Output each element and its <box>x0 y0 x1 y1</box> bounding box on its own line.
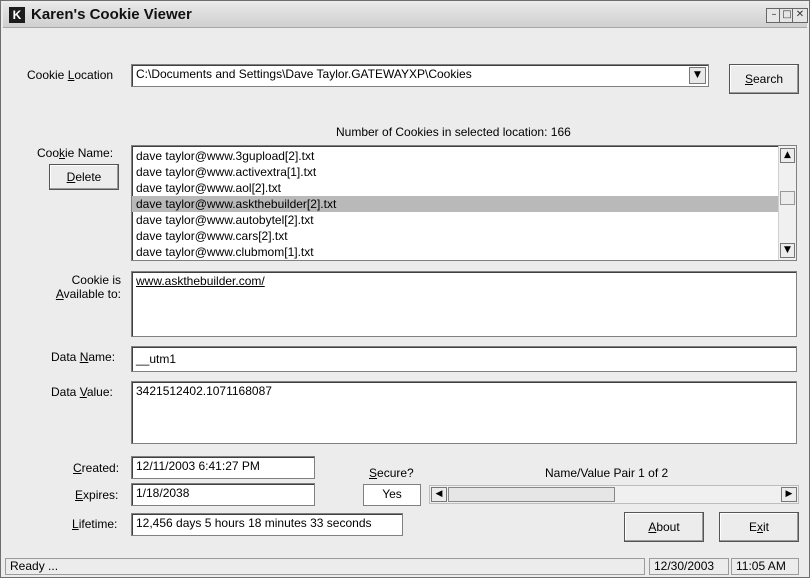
scroll-down-icon[interactable]: ▼ <box>780 243 795 258</box>
scroll-right-icon[interactable]: ▶ <box>781 487 797 502</box>
data-name-field[interactable]: __utm1 <box>131 346 797 372</box>
scroll-thumb[interactable] <box>780 191 795 205</box>
available-to-field[interactable]: www.askthebuilder.com/ <box>131 271 797 337</box>
data-value-label: Data Value: <box>51 385 113 399</box>
cookie-location-combobox[interactable]: C:\Documents and Settings\Dave Taylor.GA… <box>131 64 709 87</box>
window-title: Karen's Cookie Viewer <box>31 6 192 23</box>
list-item[interactable]: dave taylor@www.cars[2].txt <box>132 228 796 244</box>
expires-field[interactable]: 1/18/2038 <box>131 483 315 506</box>
secure-value: Yes <box>363 484 421 506</box>
list-item[interactable]: dave taylor@www.activextra[1].txt <box>132 164 796 180</box>
scroll-left-icon[interactable]: ◀ <box>431 487 447 502</box>
title-bar[interactable]: K Karen's Cookie Viewer – □ ✕ <box>3 3 808 28</box>
status-text: Ready ... <box>5 558 645 575</box>
available-to-label: Cookie is Available to: <box>55 273 121 301</box>
about-button[interactable]: About <box>624 512 704 542</box>
data-name-label: Data Name: <box>51 350 116 364</box>
status-time: 11:05 AM <box>731 558 799 575</box>
close-icon[interactable]: ✕ <box>792 8 808 23</box>
list-item[interactable]: dave taylor@www.clubmom[1].txt <box>132 244 796 260</box>
scroll-up-icon[interactable]: ▲ <box>780 148 795 163</box>
list-item[interactable]: dave taylor@www.aol[2].txt <box>132 180 796 196</box>
lifetime-label: Lifetime: <box>72 517 118 531</box>
main-window: K Karen's Cookie Viewer – □ ✕ Cookie Loc… <box>0 0 810 578</box>
cookie-list[interactable]: dave taylor@www.3gupload[2].txt dave tay… <box>131 145 797 261</box>
expires-label: Expires: <box>75 488 119 502</box>
exit-button[interactable]: Exit <box>719 512 799 542</box>
created-field[interactable]: 12/11/2003 6:41:27 PM <box>131 456 315 479</box>
secure-label: Secure? <box>369 466 414 480</box>
cookie-count-text: Number of Cookies in selected location: … <box>336 125 571 139</box>
name-value-pair-scrollbar[interactable]: ◀ ▶ <box>429 485 799 504</box>
list-item-selected[interactable]: dave taylor@www.askthebuilder[2].txt <box>132 196 796 212</box>
available-to-link[interactable]: www.askthebuilder.com/ <box>136 274 265 288</box>
list-item[interactable]: dave taylor@www.3gupload[2].txt <box>132 148 796 164</box>
name-value-pair-label: Name/Value Pair 1 of 2 <box>545 466 669 480</box>
search-button[interactable]: Search <box>729 64 799 94</box>
pair-scroll-thumb[interactable] <box>448 487 615 502</box>
status-bar: Ready ... 12/30/2003 11:05 AM <box>3 557 807 577</box>
dropdown-arrow-icon[interactable]: ▼ <box>689 67 706 84</box>
data-value-field[interactable]: 3421512402.1071168087 <box>131 381 797 444</box>
cookie-location-value: C:\Documents and Settings\Dave Taylor.GA… <box>136 67 472 81</box>
lifetime-field[interactable]: 12,456 days 5 hours 18 minutes 33 second… <box>131 513 403 536</box>
list-item[interactable]: dave taylor@www.autobytel[2].txt <box>132 212 796 228</box>
delete-button[interactable]: Delete <box>49 164 119 190</box>
created-label: Created: <box>73 461 120 475</box>
cookie-location-label: Cookie Location <box>27 68 114 82</box>
status-date: 12/30/2003 <box>649 558 729 575</box>
app-icon: K <box>9 7 25 23</box>
cookie-list-scrollbar[interactable]: ▲ ▼ <box>778 146 796 260</box>
cookie-name-label: Cookie Name: <box>37 146 114 160</box>
